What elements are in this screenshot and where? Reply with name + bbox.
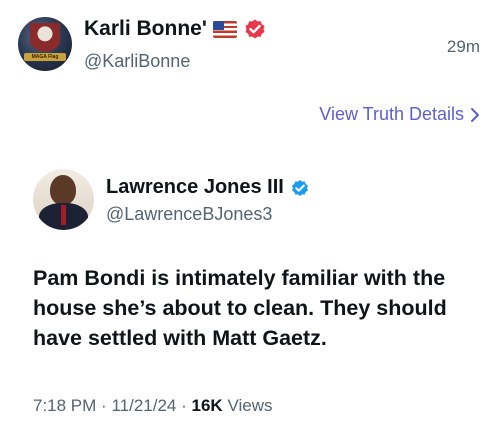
post-header: MAGA Flag Karli Bonne' @KarliBonne 29m	[0, 0, 500, 90]
verified-badge-red-icon	[243, 17, 267, 41]
meta-separator: ·	[101, 396, 107, 415]
avatar-tie	[61, 205, 66, 225]
avatar-banner: MAGA Flag	[24, 53, 66, 61]
quoted-post-meta: 7:18 PM · 11/21/24 · 16K Views	[33, 396, 272, 416]
quoted-author-avatar[interactable]	[33, 169, 94, 230]
views-count: 16K	[191, 396, 223, 415]
quoted-author-name-row[interactable]: Lawrence Jones III	[106, 176, 310, 199]
us-flag-icon	[212, 20, 237, 38]
quoted-author-handle[interactable]: @LawrenceBJones3	[106, 204, 272, 225]
chevron-right-icon	[471, 107, 479, 122]
author-display-name-row[interactable]: Karli Bonne'	[84, 17, 267, 41]
author-display-name[interactable]: Karli Bonne'	[84, 17, 207, 41]
verified-badge-blue-icon	[290, 178, 310, 198]
post-time[interactable]: 7:18 PM	[33, 396, 96, 415]
views-label: Views	[227, 396, 273, 415]
author-handle[interactable]: @KarliBonne	[84, 51, 190, 72]
quoted-author-name[interactable]: Lawrence Jones III	[106, 176, 284, 199]
avatar-head	[50, 175, 76, 205]
meta-separator: ·	[181, 396, 187, 415]
post-date[interactable]: 11/21/24	[111, 396, 176, 415]
view-truth-details-link[interactable]: View Truth Details	[319, 104, 480, 125]
view-truth-details-label: View Truth Details	[319, 104, 464, 124]
post-timestamp[interactable]: 29m	[447, 37, 480, 57]
quoted-post-text: Pam Bondi is intimately familiar with th…	[33, 266, 447, 350]
author-avatar[interactable]: MAGA Flag	[18, 17, 72, 71]
